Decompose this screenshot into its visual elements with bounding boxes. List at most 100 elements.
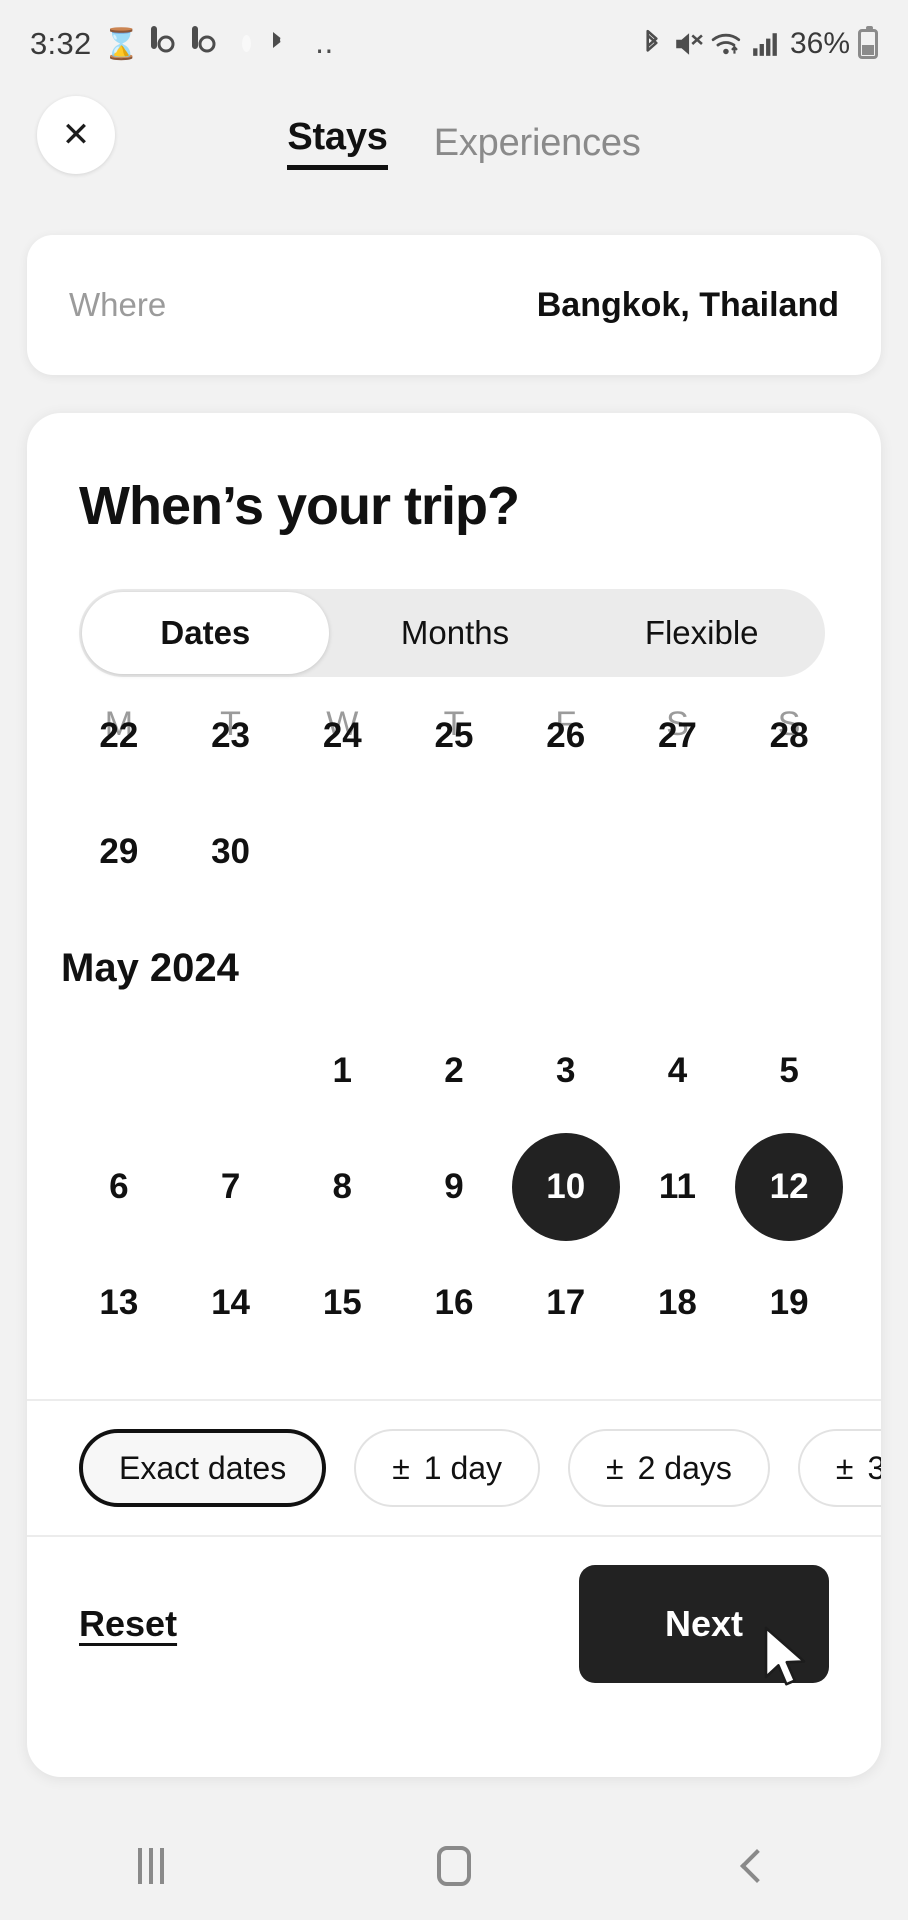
nav-recents-button[interactable]: [0, 1848, 303, 1884]
calendar-day-selected-start[interactable]: 10: [510, 1129, 622, 1245]
close-icon: ✕: [61, 116, 91, 154]
day-number: 19: [769, 1283, 809, 1322]
day-number: 29: [99, 832, 139, 871]
status-time: 3:32: [30, 26, 92, 61]
hourglass-icon: ⌛: [102, 27, 140, 61]
calendar-day[interactable]: 28: [733, 705, 845, 794]
calendar-day[interactable]: 16: [398, 1245, 510, 1361]
day-number: 24: [322, 716, 362, 755]
calendar-day[interactable]: 9: [398, 1129, 510, 1245]
calendar-day-empty: [63, 1013, 175, 1129]
header-tabs: Stays Experiences: [267, 116, 641, 170]
close-button[interactable]: ✕: [37, 96, 115, 174]
tab-stays[interactable]: Stays: [287, 116, 388, 170]
day-number: 6: [109, 1167, 129, 1206]
next-button-label: Next: [664, 1603, 744, 1644]
calendar-day[interactable]: 30: [175, 794, 287, 910]
calendar-day[interactable]: 25: [398, 705, 510, 794]
calendar-day[interactable]: 24: [286, 705, 398, 794]
calendar-day[interactable]: 4: [622, 1013, 734, 1129]
segment-dates[interactable]: Dates: [82, 592, 329, 674]
instagram-icon: [191, 26, 222, 59]
date-mode-segmented-control: Dates Months Flexible: [79, 589, 825, 677]
calendar-day[interactable]: 22: [63, 705, 175, 794]
day-number: 27: [657, 716, 697, 755]
more-dots-icon: ‥: [314, 28, 336, 59]
back-icon: [739, 1849, 774, 1883]
day-number: 25: [434, 716, 474, 755]
calendar-day-empty: [733, 794, 845, 910]
calendar-scroll-area[interactable]: M T W T F S S 22 23 24 25 26 27 28 29 30: [27, 705, 881, 1399]
nav-home-button[interactable]: [303, 1846, 606, 1886]
chip-plus-minus-3-days[interactable]: ± 3: [797, 1429, 881, 1507]
calendar-day[interactable]: 3: [510, 1013, 622, 1129]
calendar-day[interactable]: 15: [286, 1245, 398, 1361]
calendar-day[interactable]: 23: [175, 705, 287, 794]
day-number: 7: [220, 1167, 241, 1206]
status-bar: 3:32 ⌛ ‥ 36%: [0, 0, 908, 88]
calendar-day-in-range[interactable]: 11: [622, 1129, 734, 1245]
battery-icon: [858, 26, 878, 59]
where-value: Bangkok, Thailand: [536, 285, 839, 324]
day-number: 1: [332, 1051, 353, 1090]
recents-icon: [138, 1848, 165, 1884]
chip-plus-minus-1-day[interactable]: ± 1 day: [354, 1429, 541, 1507]
day-number: 12: [769, 1167, 809, 1206]
calendar-day[interactable]: 26: [510, 705, 622, 794]
day-number: 18: [657, 1283, 697, 1322]
tab-experiences[interactable]: Experiences: [434, 122, 641, 165]
chip-exact-dates[interactable]: Exact dates: [79, 1429, 327, 1507]
day-number: 16: [434, 1283, 474, 1322]
chip-label: 3: [867, 1450, 881, 1487]
where-field[interactable]: Where Bangkok, Thailand: [27, 235, 881, 375]
app-header: ✕ Stays Experiences: [0, 88, 908, 198]
calendar-day[interactable]: 14: [175, 1245, 287, 1361]
calendar-day[interactable]: 7: [175, 1129, 287, 1245]
home-icon: [437, 1846, 471, 1886]
calendar-week-row: 29 30: [63, 794, 845, 910]
calendar-week-row: 13 14 15 16 17 18 19: [63, 1245, 845, 1361]
reset-button[interactable]: Reset: [79, 1603, 177, 1645]
cellular-signal-icon: [753, 33, 777, 56]
calendar-day[interactable]: 19: [733, 1245, 845, 1361]
copilot-icon: [233, 29, 263, 59]
day-number: 10: [546, 1167, 586, 1206]
calendar-day[interactable]: 5: [733, 1013, 845, 1129]
where-label: Where: [69, 286, 167, 323]
chip-label: Exact dates: [119, 1449, 287, 1486]
day-number: 30: [211, 832, 251, 871]
calendar-day[interactable]: 29: [63, 794, 175, 910]
battery-percent: 36%: [789, 27, 850, 60]
month-label: May 2024: [61, 946, 239, 990]
calendar-day[interactable]: 8: [286, 1129, 398, 1245]
chip-plus-minus-2-days[interactable]: ± 2 days: [568, 1429, 770, 1507]
date-picker-card: When’s your trip? Dates Months Flexible …: [27, 413, 881, 1777]
page-title: When’s your trip?: [79, 476, 520, 536]
day-number: 5: [779, 1051, 799, 1090]
day-number: 9: [444, 1167, 464, 1206]
flexibility-chips-row[interactable]: Exact dates ± 1 day ± 2 days ± 3: [27, 1399, 881, 1535]
calendar-day[interactable]: 17: [510, 1245, 622, 1361]
day-number: 13: [99, 1283, 139, 1322]
calendar-day[interactable]: 27: [622, 705, 734, 794]
calendar-day-selected-end[interactable]: 12: [733, 1129, 845, 1245]
nav-back-button[interactable]: [605, 1849, 908, 1883]
calendar-day[interactable]: 2: [398, 1013, 510, 1129]
day-number: 2: [444, 1051, 464, 1090]
plus-minus-icon: ±: [392, 1449, 410, 1486]
calendar-day[interactable]: 6: [63, 1129, 175, 1245]
day-number: 28: [769, 716, 809, 755]
segment-months[interactable]: Months: [332, 589, 579, 677]
calendar-day-empty: [175, 1013, 287, 1129]
calendar-week-row: 1 2 3 4 5: [63, 1013, 845, 1129]
calendar-day[interactable]: 18: [622, 1245, 734, 1361]
calendar-week-row: 6 7 8 9 10 11 12: [63, 1129, 845, 1245]
video-camera-icon: [274, 29, 304, 59]
day-number: 14: [211, 1283, 251, 1322]
plus-minus-icon: ±: [606, 1449, 624, 1486]
calendar-day[interactable]: 13: [63, 1245, 175, 1361]
calendar-day[interactable]: 1: [286, 1013, 398, 1129]
calendar-day-empty: [510, 794, 622, 910]
calendar-day-empty: [622, 794, 734, 910]
segment-flexible[interactable]: Flexible: [578, 589, 825, 677]
